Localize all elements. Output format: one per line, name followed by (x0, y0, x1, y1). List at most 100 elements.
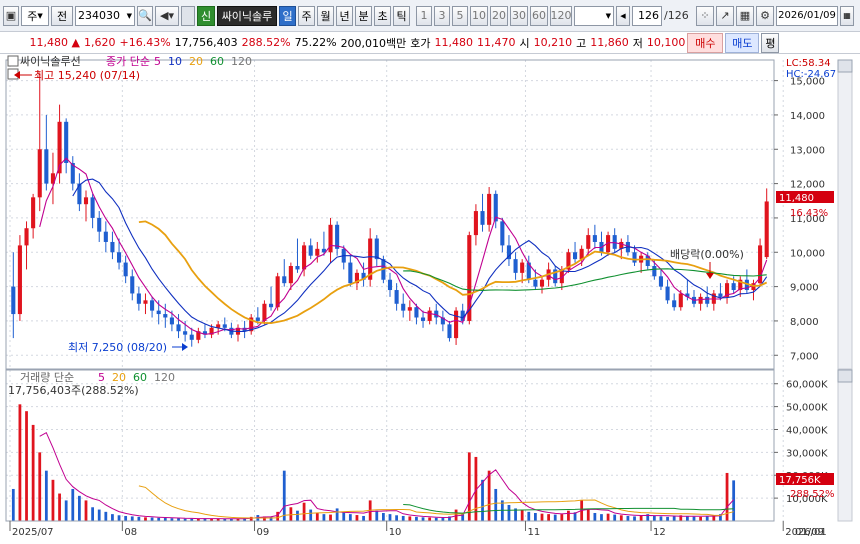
count-input[interactable]: 126 (632, 5, 662, 26)
sound-icon[interactable]: ◀▾ (155, 5, 179, 26)
date-tick-label: 2025/07 (12, 527, 54, 538)
volume-scroll-up-icon[interactable] (837, 369, 853, 383)
volume-bar (553, 514, 557, 521)
calendar-icon[interactable]: ▦ (840, 5, 854, 26)
volume-bar (633, 516, 636, 521)
eval-button[interactable]: 평 (761, 32, 780, 53)
volume-bar (44, 470, 48, 521)
volume-bar (31, 424, 35, 521)
volume-bar (606, 513, 610, 521)
new-badge[interactable]: 신 (197, 5, 215, 26)
volume-bar (25, 411, 28, 521)
candle-body (282, 276, 287, 284)
volume-bar (428, 517, 432, 521)
volume-bar (362, 515, 365, 521)
num-10[interactable]: 10 (470, 5, 488, 26)
save-icon[interactable]: ▦ (736, 5, 754, 26)
search-icon[interactable]: 🔍 (137, 5, 153, 26)
volume-bar (600, 514, 603, 521)
volume-bar (11, 488, 15, 521)
last-pct-label: 16.43% (790, 208, 828, 219)
volume-bar (117, 515, 121, 521)
prev-button[interactable]: 전 (51, 5, 73, 26)
volume-bar (686, 515, 689, 521)
candle-body (103, 231, 108, 242)
volume-bar (58, 493, 61, 521)
market-select[interactable]: 주 ▼ (21, 5, 49, 26)
candle-body (487, 193, 492, 225)
candle-body (374, 238, 379, 260)
price-scrollbar[interactable] (837, 59, 853, 370)
period-year[interactable]: 년 (336, 5, 353, 26)
period-second[interactable]: 초 (374, 5, 391, 26)
left-arrow-icon[interactable]: ◀ (616, 5, 630, 26)
volume-bar (454, 509, 458, 521)
date-input[interactable]: 2026/01/09 (776, 5, 838, 26)
volume-bar (276, 511, 280, 521)
menu-icon[interactable]: ▣ (3, 5, 19, 26)
chart-type-icon[interactable]: ↗ (716, 5, 734, 26)
candle-body (308, 245, 313, 256)
info-bar: 11,480 ▲ 1,620 +16.43% 17,756,403 288.52… (0, 32, 860, 54)
volume-bar (91, 507, 94, 521)
num-5[interactable]: 5 (452, 5, 468, 26)
candle-body (156, 310, 161, 315)
volume: 17,756,403 (174, 36, 238, 49)
candle-body (678, 293, 683, 308)
num-1[interactable]: 1 (416, 5, 432, 26)
period-minute[interactable]: 분 (355, 5, 372, 26)
volume-bar (613, 514, 617, 521)
custom-period-select[interactable]: ▼ (574, 5, 614, 26)
candle-body (705, 296, 710, 304)
volume-title: 거래량 단순 (20, 371, 74, 384)
candle-body (97, 217, 102, 232)
num-30[interactable]: 30 (510, 5, 528, 26)
grid-icon[interactable]: ⁘ (696, 5, 714, 26)
legend-value-60: 60 (210, 55, 224, 68)
date-tick-label: 11 (527, 527, 540, 538)
period-week[interactable]: 주 (298, 5, 315, 26)
low-note: 최저 7,250 (08/20) (68, 341, 167, 354)
volume-tick-label: 60,000K (786, 380, 828, 391)
panel-collapse-icon[interactable] (7, 55, 19, 67)
hoga-label: 호가 (410, 36, 431, 50)
candle-body (150, 300, 155, 311)
candle-body (533, 279, 538, 287)
candle-body (268, 303, 274, 308)
volume-bar (395, 515, 398, 521)
volume-bar (593, 512, 597, 521)
buy-button[interactable]: 매수 (687, 32, 724, 53)
period-tick[interactable]: 틱 (393, 5, 410, 26)
volume-scrollbar[interactable] (837, 369, 853, 522)
num-60[interactable]: 60 (530, 5, 548, 26)
up-arrow-icon: ▲ (71, 36, 80, 49)
date-tick-label: 12 (653, 527, 666, 538)
candle-body (407, 307, 412, 311)
num-120[interactable]: 120 (550, 5, 572, 26)
code-input[interactable]: 234030 ▼ (75, 5, 135, 26)
volume-bar (375, 510, 379, 521)
volume-bar (348, 514, 352, 521)
legend-value-20: 20 (189, 55, 203, 68)
num-20[interactable]: 20 (490, 5, 508, 26)
legend-value-10: 10 (168, 55, 182, 68)
volume-bar (481, 479, 484, 521)
period-month[interactable]: 월 (317, 5, 334, 26)
candle-body (11, 286, 16, 315)
candle-body (90, 197, 95, 218)
volume-bar (507, 504, 511, 521)
candle-body (288, 266, 293, 284)
sell-button[interactable]: 매도 (725, 32, 760, 53)
num-3[interactable]: 3 (434, 5, 450, 26)
volume-bar (540, 513, 544, 521)
volume-bar (692, 516, 696, 521)
date-tick-label: 09 (257, 527, 270, 538)
settings-icon[interactable]: ⚙ (756, 5, 774, 26)
scroll-up-icon[interactable] (837, 59, 853, 73)
period-day[interactable]: 일 (279, 5, 296, 26)
candle-body (189, 334, 194, 340)
candle-body (262, 303, 267, 321)
volume-bar (699, 516, 702, 521)
candle-body (17, 245, 22, 315)
high-label: 고 (576, 36, 587, 50)
